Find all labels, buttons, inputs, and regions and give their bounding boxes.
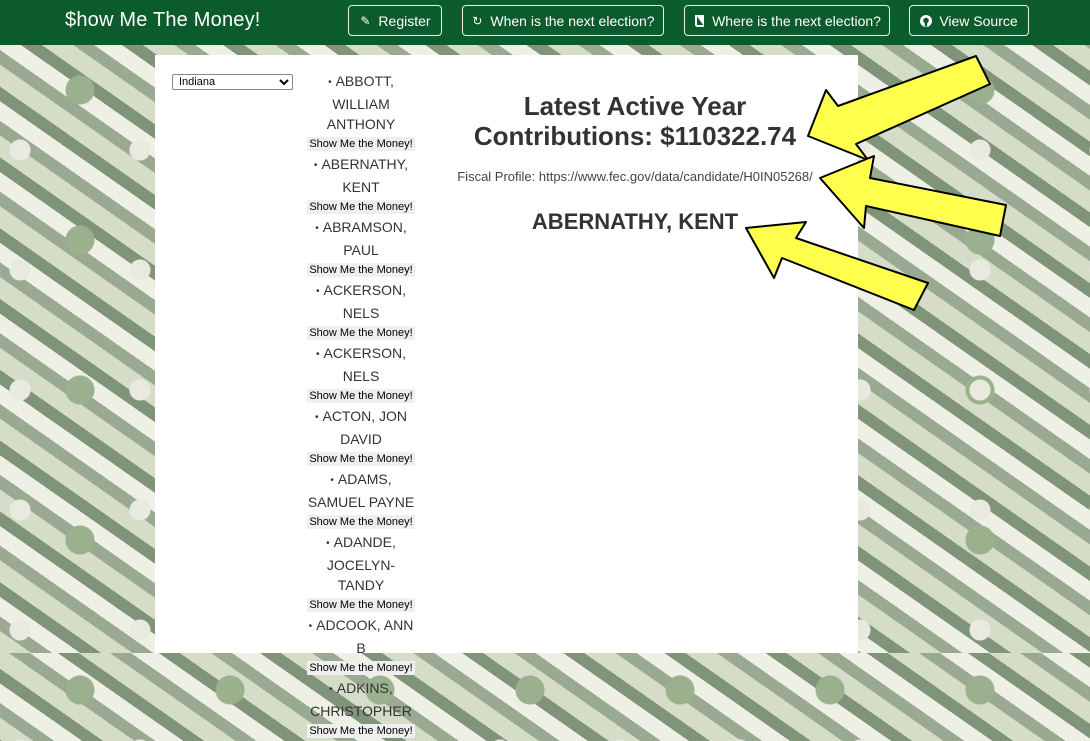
candidate-name-text: ABRAMSON, PAUL — [322, 219, 407, 258]
candidate-name: • ACKERSON, NELS — [306, 343, 416, 386]
next-election-date-label: When is the next election? — [490, 12, 655, 29]
candidate-name-text: ABERNATHY, KENT — [321, 156, 409, 195]
candidate-name: • ADAMS, SAMUEL PAYNE — [306, 469, 416, 512]
show-me-the-money-button[interactable]: Show Me the Money! — [307, 661, 415, 675]
candidate-item: • ACKERSON, NELS Show Me the Money! — [306, 343, 416, 406]
register-button[interactable]: ✎ Register — [348, 5, 442, 36]
next-election-location-button[interactable]: Where is the next election? — [684, 5, 890, 36]
candidate-name-text: ADANDE, JOCELYN-TANDY — [326, 534, 396, 593]
candidate-item: • ADCOOK, ANN B Show Me the Money! — [306, 615, 416, 678]
candidate-name-text: ADAMS, SAMUEL PAYNE — [307, 471, 415, 510]
refresh-icon: ↻ — [472, 13, 483, 28]
candidate-item: • ADKINS, CHRISTOPHER Show Me the Money! — [306, 678, 416, 741]
candidate-name: • ACKERSON, NELS — [306, 280, 416, 323]
fiscal-profile-text: Fiscal Profile: https://www.fec.gov/data… — [457, 169, 813, 184]
show-me-the-money-button[interactable]: Show Me the Money! — [307, 724, 415, 738]
show-me-the-money-button[interactable]: Show Me the Money! — [307, 598, 415, 612]
candidate-list: • ABBOTT, WILLIAM ANTHONY Show Me the Mone… — [306, 71, 416, 741]
bullet-icon: • — [313, 160, 318, 171]
main-panel: Indiana • ABBOTT, WILLIAM ANTHONY Show Me … — [155, 55, 858, 738]
bullet-icon: • — [308, 621, 313, 632]
next-election-location-label: Where is the next election? — [712, 12, 881, 29]
candidate-name: • ADANDE, JOCELYN-TANDY — [306, 532, 416, 595]
candidate-item: • ACKERSON, NELS Show Me the Money! — [306, 280, 416, 343]
candidate-name: • ACTON, JON DAVID — [306, 406, 416, 449]
candidate-name-text: ADKINS, CHRISTOPHER — [310, 680, 412, 719]
bullet-icon: • — [316, 349, 320, 360]
bullet-icon: • — [315, 223, 319, 234]
show-me-the-money-button[interactable]: Show Me the Money! — [307, 326, 415, 340]
bullet-icon: • — [326, 538, 330, 549]
show-me-the-money-button[interactable]: Show Me the Money! — [307, 263, 415, 277]
candidate-item: • ABERNATHY, KENT Show Me the Money! — [306, 154, 416, 217]
brand-title[interactable]: $how Me The Money! — [65, 9, 261, 32]
pencil-icon: ✎ — [360, 13, 371, 28]
bullet-icon: • — [330, 475, 334, 486]
candidate-name-text: ACTON, JON DAVID — [322, 408, 408, 447]
candidate-item: • ADAMS, SAMUEL PAYNE Show Me the Money! — [306, 469, 416, 532]
candidate-item: • ADANDE, JOCELYN-TANDY Show Me the Money! — [306, 532, 416, 615]
candidate-name: • ABRAMSON, PAUL — [306, 217, 416, 260]
candidate-name: • ADCOOK, ANN B — [306, 615, 416, 658]
next-election-date-button[interactable]: ↻ When is the next election? — [462, 5, 664, 36]
show-me-the-money-button[interactable]: Show Me the Money! — [307, 452, 415, 466]
selected-candidate-name: ABERNATHY, KENT — [531, 209, 739, 234]
candidate-name-text: ADCOOK, ANN B — [316, 617, 414, 656]
candidate-name: • ABBOTT, WILLIAM ANTHONY — [306, 71, 416, 134]
top-navbar: $how Me The Money! ✎ Register ↻ When is … — [0, 0, 1090, 45]
bullet-icon: • — [329, 684, 333, 695]
candidate-item: • ABRAMSON, PAUL Show Me the Money! — [306, 217, 416, 280]
show-me-the-money-button[interactable]: Show Me the Money! — [307, 200, 415, 214]
show-me-the-money-button[interactable]: Show Me the Money! — [307, 389, 415, 403]
candidate-item: • ABBOTT, WILLIAM ANTHONY Show Me the Mone… — [306, 71, 416, 154]
state-select[interactable]: Indiana — [172, 74, 293, 90]
view-source-label: View Source — [939, 12, 1018, 29]
show-me-the-money-button[interactable]: Show Me the Money! — [307, 515, 415, 529]
bullet-icon: • — [314, 412, 319, 423]
candidate-name-text: ACKERSON, NELS — [323, 345, 406, 384]
show-me-the-money-button[interactable]: Show Me the Money! — [307, 137, 415, 151]
candidate-summary: Latest Active Year Contributions: $11032… — [450, 91, 820, 235]
book-icon — [693, 14, 705, 27]
candidate-name-text: ACKERSON, NELS — [323, 282, 406, 321]
bullet-icon: • — [316, 286, 320, 297]
candidate-name-text: ABBOTT, WILLIAM ANTHONY — [326, 73, 396, 132]
candidate-name: • ADKINS, CHRISTOPHER — [306, 678, 416, 721]
contributions-heading: Latest Active Year Contributions: $11032… — [473, 91, 797, 151]
view-source-button[interactable]: View Source — [909, 5, 1029, 36]
candidate-item: • ACTON, JON DAVID Show Me the Money! — [306, 406, 416, 469]
bullet-icon: • — [328, 77, 332, 88]
github-icon — [920, 14, 933, 27]
register-button-label: Register — [378, 12, 431, 29]
candidate-name: • ABERNATHY, KENT — [306, 154, 416, 197]
